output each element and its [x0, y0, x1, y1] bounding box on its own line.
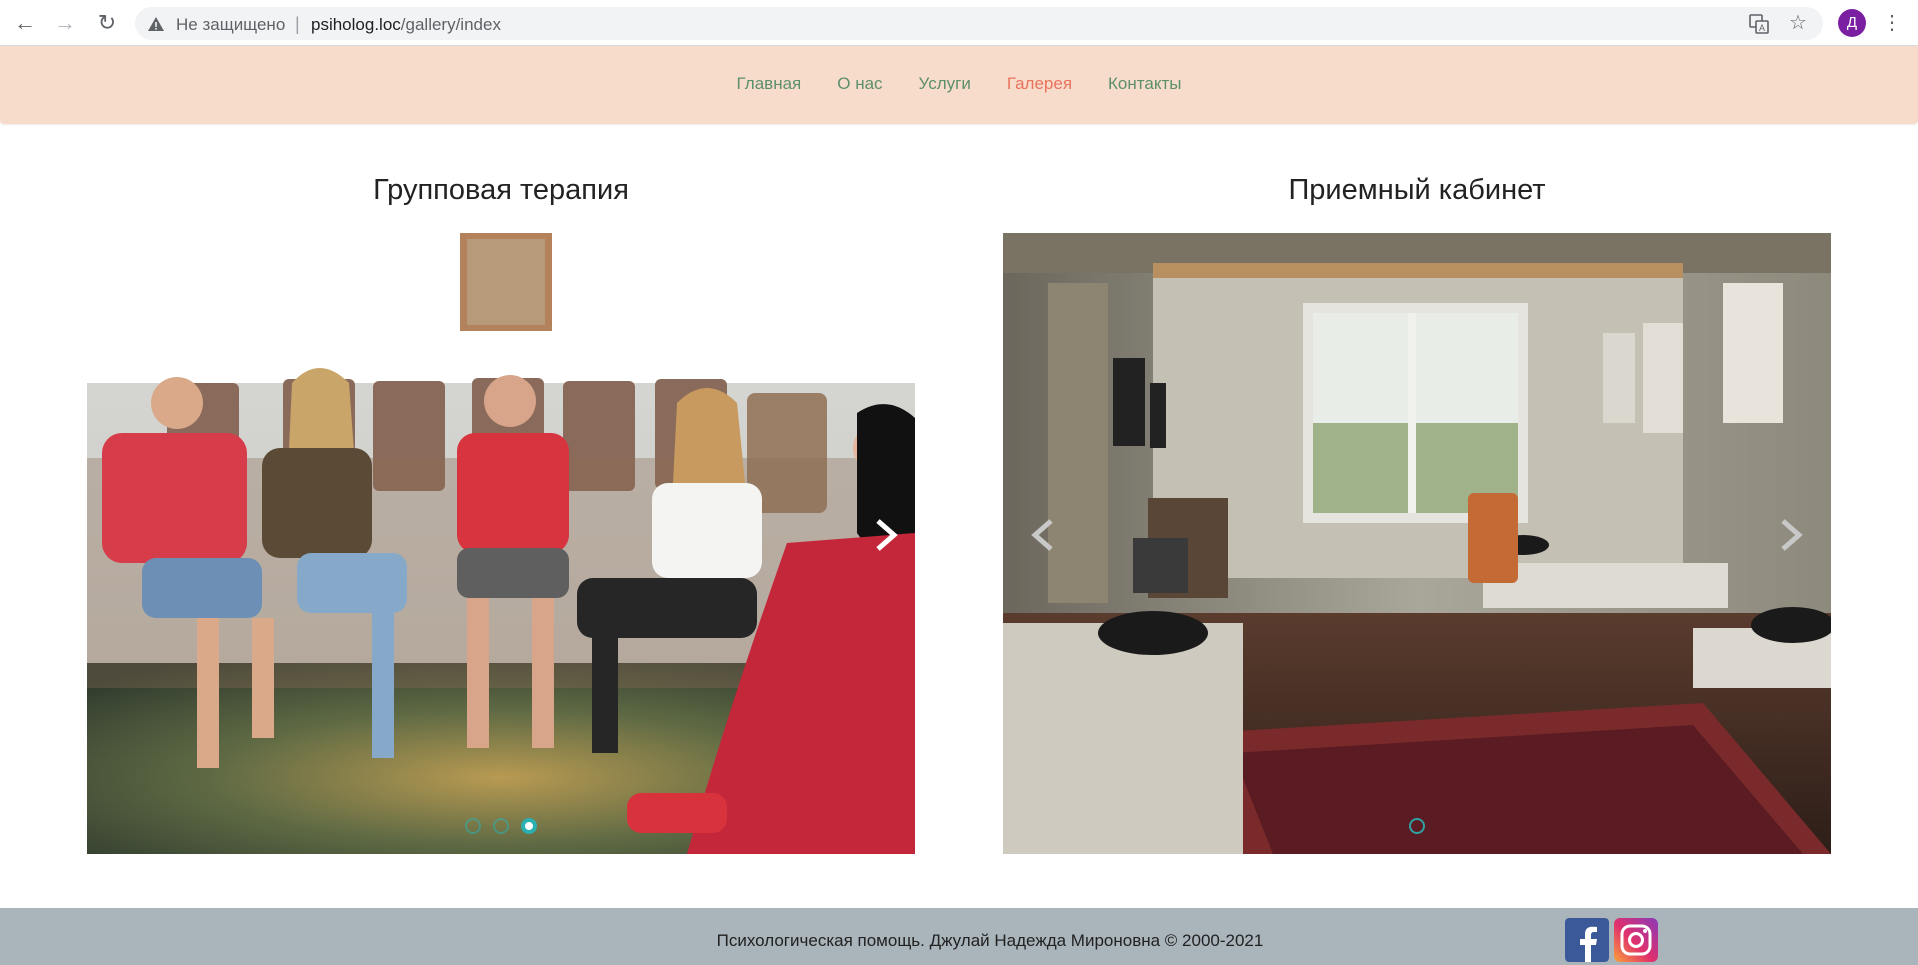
- browser-toolbar: ← → ↻ Не защищено | psiholog.loc/gallery…: [0, 0, 1918, 46]
- carousel-indicator-2[interactable]: [493, 818, 509, 834]
- carousel-next-arrow-icon[interactable]: [1777, 515, 1805, 555]
- forward-icon[interactable]: →: [52, 11, 78, 35]
- carousel-reception-room: [1003, 233, 1831, 854]
- reload-icon[interactable]: ↻: [94, 11, 120, 35]
- carousel-group-therapy: [87, 233, 915, 854]
- url-text[interactable]: psiholog.loc/gallery/index: [311, 15, 501, 35]
- carousel-indicator-1[interactable]: [465, 818, 481, 834]
- gallery-title-reception-room: Приемный кабинет: [1288, 174, 1546, 206]
- gallery-title-group-therapy: Групповая терапия: [373, 174, 629, 206]
- translate-icon[interactable]: A: [1749, 14, 1769, 34]
- instagram-icon[interactable]: [1614, 918, 1658, 962]
- bookmark-star-icon[interactable]: ☆: [1789, 10, 1807, 35]
- group-therapy-photo: [87, 233, 915, 854]
- reception-room-photo: [1003, 233, 1831, 854]
- nav-link-about[interactable]: О нас: [837, 74, 882, 94]
- nav-link-contacts[interactable]: Контакты: [1108, 74, 1181, 94]
- url-path: /gallery/index: [400, 15, 501, 34]
- nav-link-home[interactable]: Главная: [737, 74, 802, 94]
- menu-kebab-icon[interactable]: ⋮: [1880, 11, 1904, 35]
- main-menu: Главная О нас Услуги Галерея Контакты: [0, 74, 1918, 94]
- warning-icon: [148, 17, 164, 31]
- address-bar[interactable]: Не защищено | psiholog.loc/gallery/index…: [135, 7, 1823, 40]
- site-footer: Психологическая помощь. Джулай Надежда М…: [0, 908, 1918, 965]
- carousel-indicators: [1003, 818, 1831, 834]
- security-label[interactable]: Не защищено: [176, 15, 285, 35]
- nav-link-gallery[interactable]: Галерея: [1007, 74, 1072, 94]
- site-navbar: Главная О нас Услуги Галерея Контакты: [0, 46, 1918, 124]
- carousel-prev-arrow-icon[interactable]: [1029, 515, 1057, 555]
- nav-link-services[interactable]: Услуги: [919, 74, 971, 94]
- carousel-indicators: [87, 818, 915, 834]
- omnibox-separator: |: [295, 14, 300, 34]
- back-icon[interactable]: ←: [12, 11, 38, 35]
- carousel-next-arrow-icon[interactable]: [872, 515, 900, 555]
- svg-text:A: A: [1759, 23, 1765, 33]
- facebook-icon[interactable]: [1565, 918, 1609, 962]
- profile-avatar[interactable]: Д: [1838, 9, 1866, 37]
- carousel-indicator-1[interactable]: [1409, 818, 1425, 834]
- url-host: psiholog.loc: [311, 15, 401, 34]
- carousel-indicator-3[interactable]: [521, 818, 537, 834]
